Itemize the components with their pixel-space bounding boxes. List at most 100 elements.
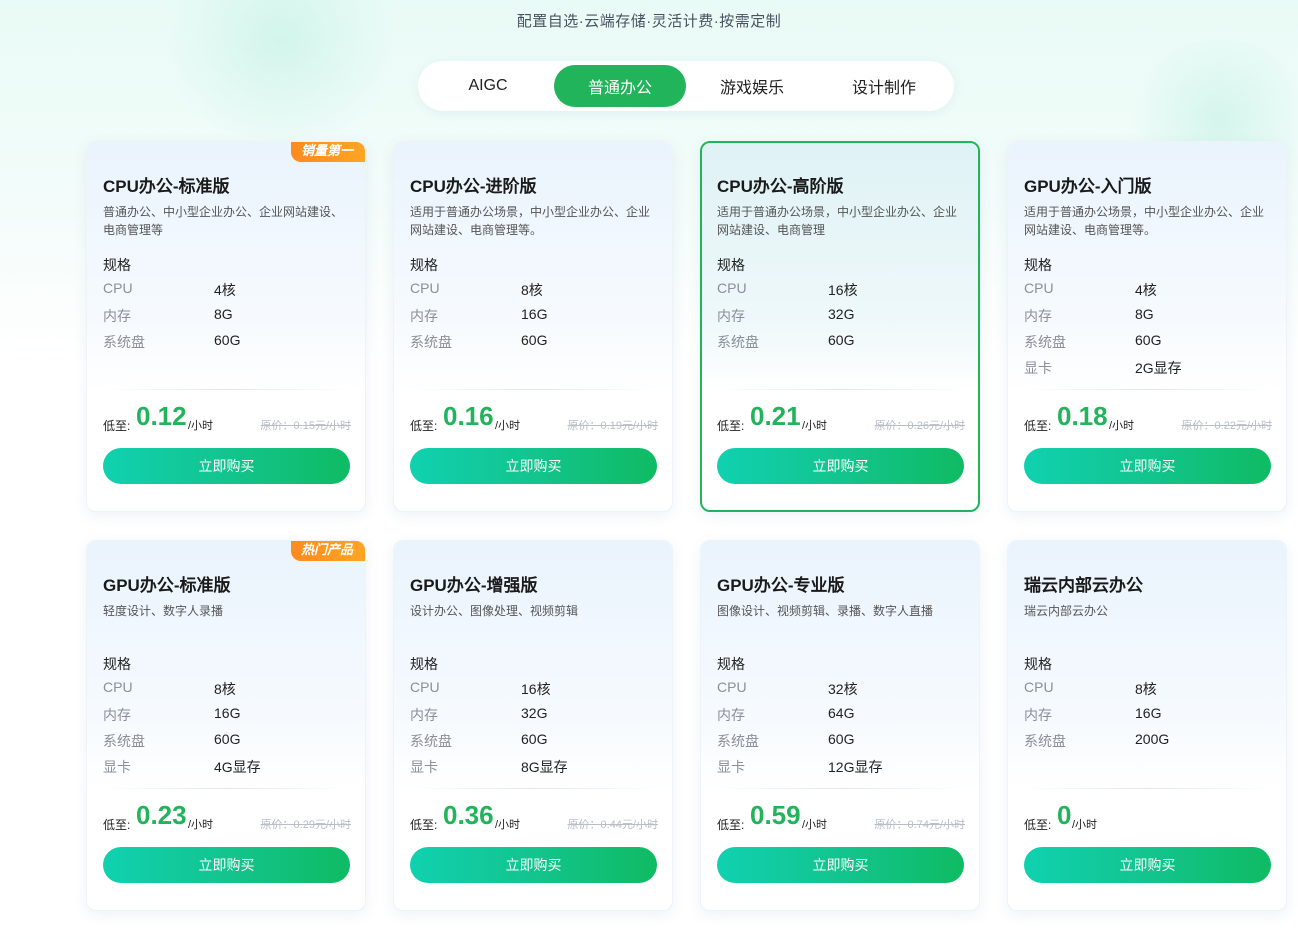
spec-value: 32核 xyxy=(828,681,858,697)
card-body: GPU办公-标准版 轻度设计、数字人录播 规格 CPU 8核 内存 16G 系统盘 60G 显卡 4… xyxy=(103,541,351,910)
price-prefix: 低至: xyxy=(103,818,131,832)
price-value: 0.59 xyxy=(750,800,801,830)
spec-key: 系统盘 xyxy=(410,733,452,749)
spec-value: 4G显存 xyxy=(214,759,261,775)
spec-value: 60G xyxy=(214,731,241,747)
product-card[interactable]: CPU办公-标准版 普通办公、中小型企业办公、企业网站建设、电商管理等 规格 CPU 4… xyxy=(86,141,366,512)
card-title: 瑞云内部云办公 xyxy=(1024,576,1143,595)
spec-value: 60G xyxy=(214,332,241,348)
spec-key: 内存 xyxy=(717,707,745,723)
card-body: GPU办公-入门版 适用于普通办公场景，中小型企业办公、企业网站建设、电商管理等。… xyxy=(1024,142,1272,511)
card-title: CPU办公-高阶版 xyxy=(717,177,844,196)
spec-key: CPU xyxy=(717,280,747,296)
spec-key: CPU xyxy=(103,280,133,296)
card-body: 瑞云内部云办公 瑞云内部云办公 规格 CPU 8核 内存 16G 系统盘 200G 低至: 0/小时… xyxy=(1024,541,1272,910)
price-unit: /小时 xyxy=(1072,819,1098,831)
card-title: GPU办公-入门版 xyxy=(1024,177,1152,196)
card-title: CPU办公-标准版 xyxy=(103,177,230,196)
product-card[interactable]: CPU办公-进阶版 适用于普通办公场景，中小型企业办公、企业网站建设、电商管理等。… xyxy=(393,141,673,512)
card-divider xyxy=(717,389,965,390)
tab-gaming[interactable]: 游戏娱乐 xyxy=(686,65,818,107)
price-row: 低至: 0.18/小时 原价：0.22元/小时 xyxy=(1024,401,1272,434)
card-badge: 销量第一 xyxy=(290,142,365,162)
card-body: GPU办公-增强版 设计办公、图像处理、视频剪辑 规格 CPU 16核 内存 32G 系统盘 6… xyxy=(410,541,658,910)
spec-value: 32G xyxy=(828,306,855,322)
card-divider xyxy=(103,788,351,789)
spec-key: 显卡 xyxy=(410,759,438,775)
price-prefix: 低至: xyxy=(1024,419,1052,433)
spec-value: 16G xyxy=(521,306,548,322)
card-divider xyxy=(410,389,658,390)
card-divider xyxy=(1024,788,1272,789)
spec-key: 系统盘 xyxy=(1024,334,1066,350)
spec-value: 32G xyxy=(521,705,548,721)
spec-key: 内存 xyxy=(410,308,438,324)
spec-value: 60G xyxy=(521,731,548,747)
buy-now-button[interactable]: 立即购买 xyxy=(103,847,350,883)
price-prefix: 低至: xyxy=(410,419,438,433)
spec-value: 200G xyxy=(1135,731,1170,747)
original-price: 原价：0.19元/小时 xyxy=(567,420,658,432)
spec-value: 4核 xyxy=(1135,282,1157,298)
price-row: 低至: 0.36/小时 原价：0.44元/小时 xyxy=(410,800,658,833)
buy-now-button[interactable]: 立即购买 xyxy=(410,847,657,883)
product-card[interactable]: GPU办公-专业版 图像设计、视频剪辑、录播、数字人直播 规格 CPU 32核 内存 64G… xyxy=(700,540,980,911)
price-value: 0 xyxy=(1057,800,1072,830)
tab-design[interactable]: 设计制作 xyxy=(818,65,950,107)
spec-key: 内存 xyxy=(1024,707,1052,723)
product-card[interactable]: GPU办公-标准版 轻度设计、数字人录播 规格 CPU 8核 内存 16G 系统盘 60G 显卡 4… xyxy=(86,540,366,911)
category-tabs: AIGC 普通办公 游戏娱乐 设计制作 xyxy=(418,61,954,111)
price-prefix: 低至: xyxy=(103,419,131,433)
card-divider xyxy=(1024,389,1272,390)
spec-key: 内存 xyxy=(717,308,745,324)
spec-key: CPU xyxy=(717,679,747,695)
spec-value: 60G xyxy=(828,731,855,747)
spec-value: 8核 xyxy=(1135,681,1157,697)
card-description: 适用于普通办公场景，中小型企业办公、企业网站建设、电商管理等。 xyxy=(410,205,651,237)
spec-heading: 规格 xyxy=(717,257,745,273)
original-price: 原价：0.15元/小时 xyxy=(260,420,351,432)
buy-now-button[interactable]: 立即购买 xyxy=(410,448,657,484)
price-unit: /小时 xyxy=(802,819,828,831)
card-description: 图像设计、视频剪辑、录播、数字人直播 xyxy=(717,604,934,618)
price-value: 0.18 xyxy=(1057,401,1108,431)
buy-now-button[interactable]: 立即购买 xyxy=(1024,847,1271,883)
spec-value: 16G xyxy=(1135,705,1162,721)
spec-key: 系统盘 xyxy=(1024,733,1066,749)
product-card[interactable]: GPU办公-增强版 设计办公、图像处理、视频剪辑 规格 CPU 16核 内存 32G 系统盘 6… xyxy=(393,540,673,911)
original-price: 原价：0.44元/小时 xyxy=(567,819,658,831)
price-unit: /小时 xyxy=(1109,420,1135,432)
spec-value: 64G xyxy=(828,705,855,721)
buy-now-button[interactable]: 立即购买 xyxy=(717,847,964,883)
spec-value: 60G xyxy=(521,332,548,348)
spec-key: 系统盘 xyxy=(103,334,145,350)
spec-heading: 规格 xyxy=(1024,257,1052,273)
buy-now-button[interactable]: 立即购买 xyxy=(1024,448,1271,484)
price-value: 0.12 xyxy=(136,401,187,431)
product-card[interactable]: 瑞云内部云办公 瑞云内部云办公 规格 CPU 8核 内存 16G 系统盘 200G 低至: 0/小时… xyxy=(1007,540,1287,911)
spec-key: 内存 xyxy=(1024,308,1052,324)
spec-key: CPU xyxy=(1024,679,1054,695)
card-badge: 热门产品 xyxy=(290,541,365,561)
spec-value: 60G xyxy=(828,332,855,348)
buy-now-button[interactable]: 立即购买 xyxy=(103,448,350,484)
spec-key: 显卡 xyxy=(103,759,131,775)
card-description: 适用于普通办公场景，中小型企业办公、企业网站建设、电商管理 xyxy=(717,205,958,237)
product-card[interactable]: GPU办公-入门版 适用于普通办公场景，中小型企业办公、企业网站建设、电商管理等。… xyxy=(1007,141,1287,512)
product-card[interactable]: CPU办公-高阶版适用于普通办公场景，中小型企业办公、企业网站建设、电商管理规格… xyxy=(700,141,980,512)
price-value: 0.23 xyxy=(136,800,187,830)
price-unit: /小时 xyxy=(188,819,214,831)
spec-value: 16核 xyxy=(828,282,858,298)
spec-key: CPU xyxy=(103,679,133,695)
buy-now-button[interactable]: 立即购买 xyxy=(717,448,964,484)
tab-aigc[interactable]: AIGC xyxy=(422,65,554,107)
card-body: CPU办公-进阶版 适用于普通办公场景，中小型企业办公、企业网站建设、电商管理等。… xyxy=(410,142,658,511)
price-prefix: 低至: xyxy=(1024,818,1052,832)
spec-heading: 规格 xyxy=(1024,656,1052,672)
price-row: 低至: 0.23/小时 原价：0.29元/小时 xyxy=(103,800,351,833)
spec-key: 显卡 xyxy=(1024,360,1052,376)
spec-key: 系统盘 xyxy=(717,334,759,350)
card-title: GPU办公-标准版 xyxy=(103,576,231,595)
spec-heading: 规格 xyxy=(410,257,438,273)
tab-office[interactable]: 普通办公 xyxy=(554,65,686,107)
